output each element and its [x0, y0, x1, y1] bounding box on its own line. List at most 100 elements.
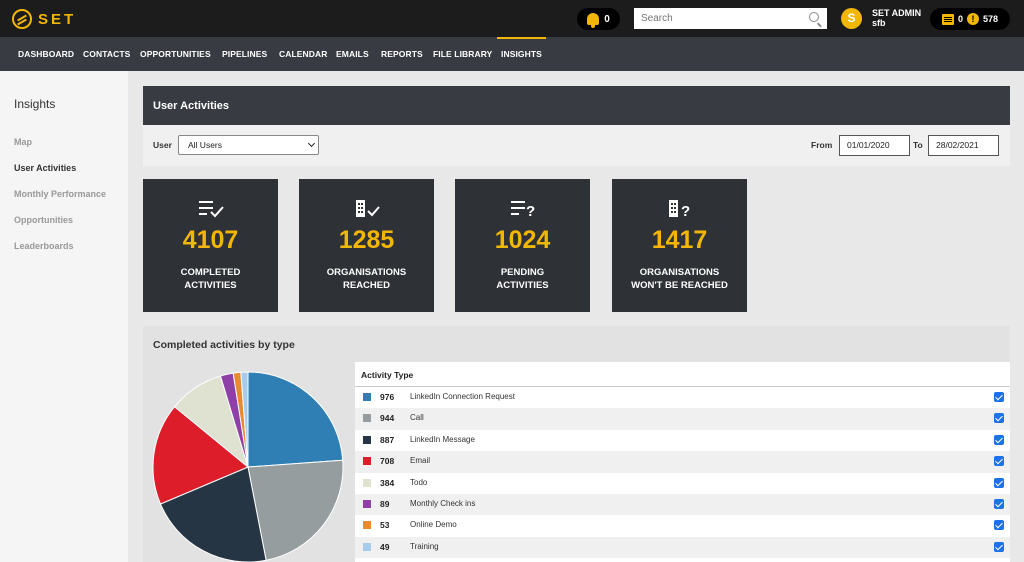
user-filter-label: User: [153, 140, 172, 150]
orgs-not-reached-label: ORGANISATIONS WON'T BE REACHED: [631, 267, 728, 291]
legend-label: Email: [410, 456, 431, 466]
legend-swatch: [363, 500, 371, 508]
legend-label: Monthly Check ins: [410, 499, 476, 508]
stat-card-completed: 4107 COMPLETED ACTIVITIES: [143, 179, 278, 312]
stat-card-orgs-not-reached: ? 1417 ORGANISATIONS WON'T BE REACHED: [612, 179, 747, 312]
user-select-value: All Users: [188, 140, 223, 150]
sidebar-item-monthly-performance[interactable]: Monthly Performance: [14, 189, 106, 199]
sidebar-item-map[interactable]: Map: [14, 137, 32, 147]
notifications-button[interactable]: 0: [577, 8, 620, 30]
legend-label: LinkedIn Connection Request: [410, 392, 515, 401]
legend-row: 53 Online Demo: [355, 515, 1010, 536]
nav-opportunities[interactable]: OPPORTUNITIES: [140, 37, 211, 71]
legend-row: 944 Call: [355, 408, 1010, 430]
page-title: User Activities: [143, 86, 1010, 125]
main-nav: DASHBOARD CONTACTS OPPORTUNITIES PIPELIN…: [0, 37, 1024, 71]
tasks-counter[interactable]: 0 ! 578: [930, 8, 1010, 30]
legend-count: 49: [380, 541, 390, 552]
legend-count: 944: [380, 413, 395, 424]
nav-pipelines[interactable]: PIPELINES: [222, 37, 267, 71]
logo-icon: [12, 9, 32, 29]
legend-label: Online Demo: [410, 520, 457, 530]
legend-checkbox[interactable]: [994, 413, 1004, 424]
bell-icon: [587, 13, 600, 28]
sidebar-item-leaderboards[interactable]: Leaderboards: [14, 241, 74, 251]
legend-swatch: [363, 414, 371, 423]
filter-bar: User All Users From 01/01/2020 To 28/02/…: [143, 125, 1010, 166]
search-input[interactable]: [634, 8, 827, 29]
legend-checkbox[interactable]: [994, 477, 1004, 488]
legend-label: LinkedIn Message: [410, 434, 475, 444]
calendar-count: 0: [957, 14, 963, 24]
legend-checkbox[interactable]: [994, 499, 1004, 509]
top-bar: SET 0 S SET ADMIN sfb 0 ! 578: [0, 0, 1024, 37]
legend-count: 708: [380, 456, 395, 467]
legend-swatch: [363, 435, 371, 444]
legend-count: 976: [380, 392, 395, 402]
user-select[interactable]: All Users: [178, 135, 319, 155]
nav-contacts[interactable]: CONTACTS: [83, 37, 130, 71]
notifications-count: 0: [604, 13, 610, 25]
legend-swatch: [363, 521, 371, 530]
user-org: sfb: [872, 18, 886, 28]
pie-chart-area: [143, 361, 355, 562]
to-label: To: [913, 140, 923, 150]
nav-calendar[interactable]: CALENDAR: [279, 37, 328, 71]
list-question-icon: ?: [455, 199, 590, 219]
building-question-icon: ?: [612, 199, 747, 219]
legend-row: 89 Monthly Check ins: [355, 494, 1010, 516]
svg-text:?: ?: [526, 203, 535, 219]
logo[interactable]: SET: [12, 9, 76, 29]
svg-text:?: ?: [681, 203, 690, 219]
legend-row: 384 Todo: [355, 473, 1010, 494]
sidebar-title: Insights: [14, 97, 56, 111]
legend-count: 89: [380, 499, 390, 509]
alert-icon: !: [966, 13, 979, 25]
sidebar-item-user-activities[interactable]: User Activities: [14, 163, 76, 173]
pending-activities-label: PENDING ACTIVITIES: [496, 267, 549, 291]
legend-count: 53: [380, 520, 390, 531]
activity-type-legend: Activity Type 976 LinkedIn Connection Req…: [355, 362, 1010, 562]
legend-checkbox[interactable]: [994, 541, 1004, 552]
orgs-reached-label: ORGANISATIONS REACHED: [326, 267, 407, 291]
chevron-down-icon: [307, 139, 316, 148]
nav-insights[interactable]: INSIGHTS: [497, 37, 546, 71]
search-box: [634, 8, 827, 29]
activities-chart-panel: Completed activities by type Activity Ty…: [143, 326, 1010, 562]
avatar[interactable]: S: [841, 8, 862, 29]
nav-file-library[interactable]: FILE LIBRARY: [433, 37, 492, 71]
legend-label: Call: [410, 413, 424, 423]
search-icon[interactable]: [809, 12, 819, 22]
legend-checkbox[interactable]: [994, 520, 1004, 531]
sidebar-item-opportunities[interactable]: Opportunities: [14, 215, 73, 225]
user-menu[interactable]: SET ADMIN sfb: [872, 8, 921, 28]
chart-title: Completed activities by type: [153, 339, 295, 351]
orgs-reached-value: 1285: [338, 226, 395, 254]
nav-reports[interactable]: REPORTS: [381, 37, 423, 71]
legend-row: 49 Training: [355, 536, 1010, 559]
from-date-input[interactable]: 01/01/2020: [839, 135, 910, 156]
to-date-input[interactable]: 28/02/2021: [928, 135, 999, 156]
legend-header: Activity Type: [361, 370, 414, 380]
orgs-not-reached-value: 1417: [651, 226, 708, 254]
stat-card-pending: ? 1024 PENDING ACTIVITIES: [455, 179, 590, 312]
stat-card-orgs-reached: 1285 ORGANISATIONS REACHED: [299, 179, 434, 312]
from-label: From: [811, 140, 833, 150]
building-check-icon: [299, 199, 434, 219]
legend-row: 976 LinkedIn Connection Request: [355, 387, 1010, 408]
pie-slice-linkedin-connection-request[interactable]: [247, 371, 344, 468]
pending-activities-value: 1024: [494, 226, 551, 254]
legend-swatch: [363, 457, 371, 466]
legend-checkbox[interactable]: [994, 392, 1004, 402]
legend-row: 887 LinkedIn Message: [355, 430, 1010, 451]
legend-checkbox[interactable]: [994, 434, 1004, 445]
completed-activities-value: 4107: [182, 226, 239, 254]
pie-chart: [152, 371, 344, 562]
legend-row: 708 Email: [355, 451, 1010, 473]
nav-dashboard[interactable]: DASHBOARD: [18, 37, 74, 71]
nav-emails[interactable]: EMAILS: [336, 37, 369, 71]
legend-checkbox[interactable]: [994, 456, 1004, 467]
legend-swatch: [363, 542, 371, 551]
legend-swatch: [363, 393, 371, 401]
sidebar: Insights Map User Activities Monthly Per…: [0, 71, 128, 562]
